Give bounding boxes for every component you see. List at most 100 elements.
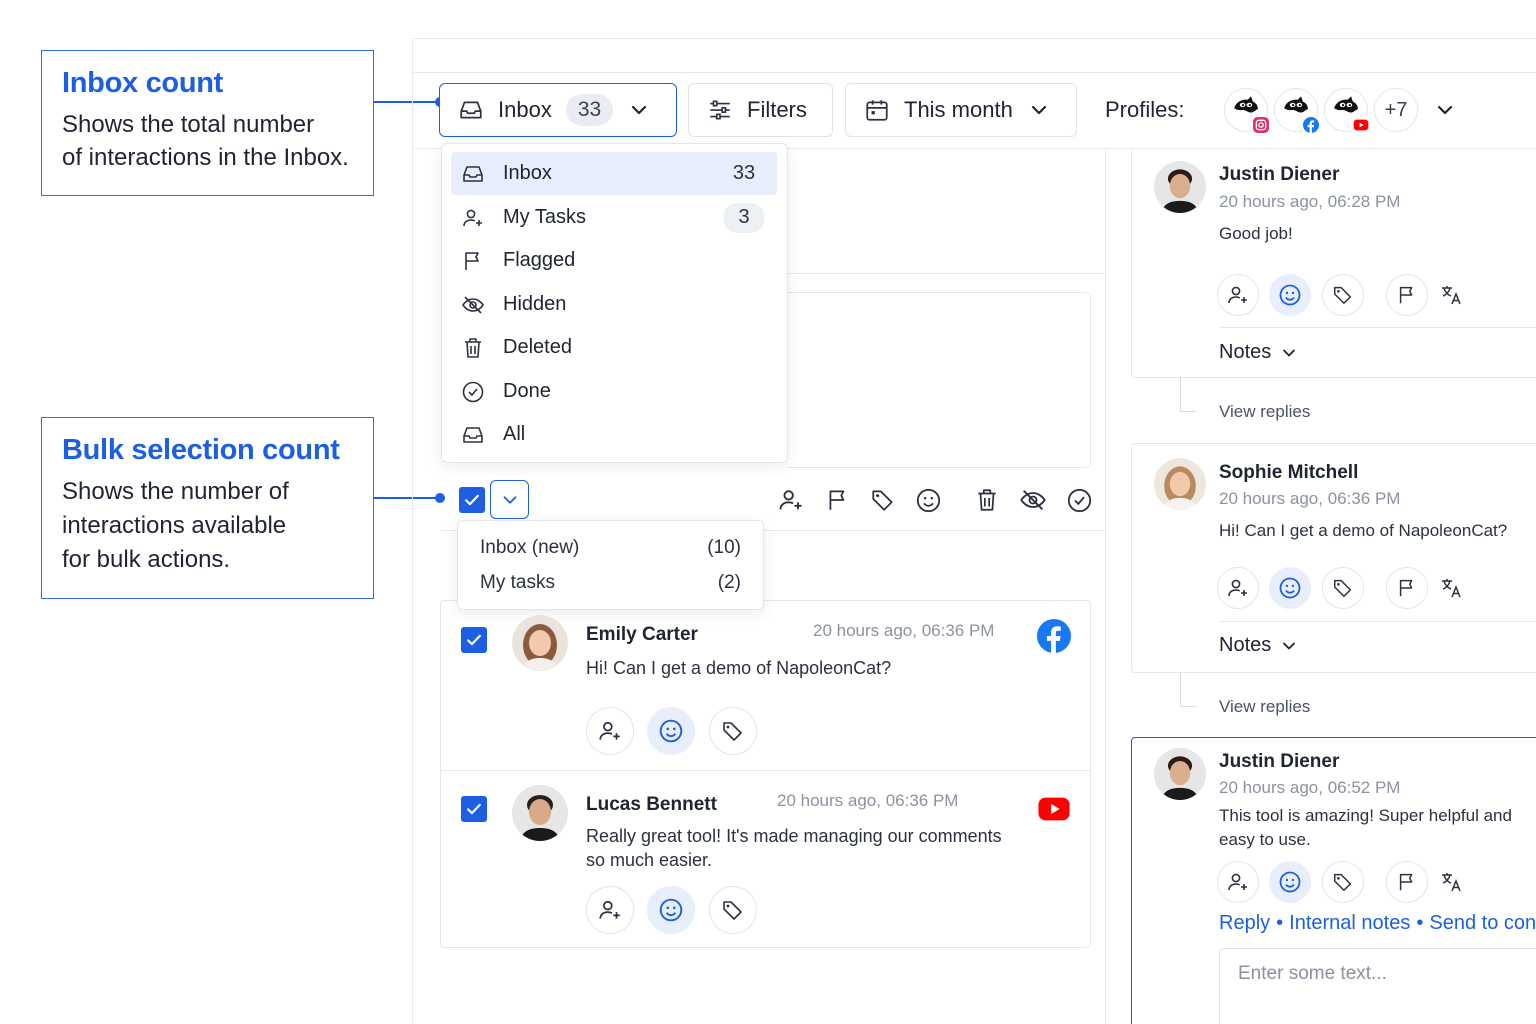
internal-notes-tab[interactable]: Internal notes	[1289, 912, 1410, 934]
trash-icon	[974, 487, 1000, 513]
callout-text: Shows the total number of interactions i…	[62, 111, 349, 171]
inbox-selector-button[interactable]: Inbox 33	[439, 83, 677, 137]
filters-button[interactable]: Filters	[688, 83, 833, 137]
author-name[interactable]: Justin Diener	[1219, 751, 1339, 773]
row-checkbox[interactable]	[461, 796, 487, 822]
assign-button[interactable]	[1217, 274, 1259, 316]
bulk-selection-dropdown-button[interactable]	[490, 480, 529, 519]
author-name[interactable]: Justin Diener	[1219, 164, 1339, 186]
assign-button[interactable]	[1217, 861, 1259, 903]
tag-icon	[1332, 577, 1354, 599]
notes-toggle[interactable]: Notes	[1219, 634, 1299, 657]
tag-button[interactable]	[1322, 567, 1364, 609]
chevron-down-icon	[1279, 636, 1299, 656]
bulk-tag-button[interactable]	[868, 485, 898, 515]
bulk-done-button[interactable]	[1064, 485, 1094, 515]
menu-item-count: 33	[732, 162, 756, 184]
smile-icon	[1278, 576, 1302, 600]
row-checkbox[interactable]	[461, 627, 487, 653]
callout-title: Bulk selection count	[62, 434, 340, 466]
menu-item-done[interactable]: Done	[451, 370, 777, 413]
notes-toggle[interactable]: Notes	[1219, 341, 1299, 364]
tag-button[interactable]	[709, 707, 757, 755]
sentiment-button[interactable]	[647, 886, 695, 934]
avatar	[1154, 458, 1206, 510]
divider	[1105, 148, 1106, 1024]
assign-button[interactable]	[586, 886, 634, 934]
divider	[788, 273, 1105, 274]
reply-tab[interactable]: Reply	[1219, 912, 1270, 934]
bulk-sentiment-button[interactable]	[913, 485, 943, 515]
timestamp: 20 hours ago, 06:36 PM	[813, 621, 995, 640]
bulk-flag-button[interactable]	[823, 485, 853, 515]
check-icon	[464, 630, 484, 650]
profiles-chevron-down-icon[interactable]	[1433, 98, 1457, 122]
select-all-checkbox[interactable]	[459, 487, 485, 513]
sentiment-button[interactable]	[1269, 567, 1311, 609]
menu-item-label: Done	[503, 380, 551, 402]
assign-button[interactable]	[586, 707, 634, 755]
separator-dot: •	[1276, 912, 1284, 934]
flag-button[interactable]	[1386, 861, 1428, 903]
date-range-label: This month	[904, 97, 1013, 122]
menu-item-label: Flagged	[503, 249, 576, 271]
menu-item-inbox[interactable]: Inbox 33	[451, 152, 777, 195]
check-icon	[462, 490, 482, 510]
assign-user-icon	[1226, 870, 1250, 894]
author-name[interactable]: Lucas Bennett	[586, 794, 717, 816]
eye-off-icon	[1019, 486, 1047, 514]
sentiment-button[interactable]	[1269, 274, 1311, 316]
option-label: Inbox (new)	[480, 537, 580, 558]
menu-item-my-tasks[interactable]: My Tasks 3	[451, 196, 777, 239]
flag-button[interactable]	[1386, 567, 1428, 609]
profile-avatar-instagram[interactable]	[1224, 88, 1271, 135]
tag-icon	[1332, 871, 1354, 893]
assign-user-icon	[777, 486, 805, 514]
sentiment-button[interactable]	[647, 707, 695, 755]
option-count: (2)	[717, 572, 741, 593]
tag-icon	[721, 719, 745, 743]
avatar	[512, 785, 568, 841]
bulk-hide-button[interactable]	[1018, 485, 1048, 515]
menu-item-hidden[interactable]: Hidden	[451, 283, 777, 326]
sentiment-button[interactable]	[1269, 861, 1311, 903]
author-name[interactable]: Emily Carter	[586, 624, 698, 646]
menu-item-count: 3	[723, 202, 765, 233]
translate-button[interactable]	[1436, 280, 1466, 310]
bulk-delete-button[interactable]	[972, 485, 1002, 515]
profile-avatar-youtube[interactable]	[1324, 88, 1371, 135]
tag-icon	[721, 898, 745, 922]
sliders-icon	[707, 97, 733, 123]
smile-icon	[658, 897, 684, 923]
menu-item-deleted[interactable]: Deleted	[451, 326, 777, 369]
reply-connector	[1180, 673, 1196, 707]
date-range-button[interactable]: This month	[845, 83, 1077, 137]
view-replies-link[interactable]: View replies	[1219, 402, 1310, 422]
bulk-option-my-tasks[interactable]: My tasks (2)	[480, 572, 741, 594]
menu-item-all[interactable]: All	[451, 413, 777, 456]
menu-item-flagged[interactable]: Flagged	[451, 239, 777, 282]
tag-button[interactable]	[1322, 861, 1364, 903]
author-name[interactable]: Sophie Mitchell	[1219, 462, 1358, 484]
profile-avatar-facebook[interactable]	[1274, 88, 1321, 135]
tag-button[interactable]	[709, 886, 757, 934]
flag-button[interactable]	[1386, 274, 1428, 316]
reply-input[interactable]	[1220, 949, 1536, 999]
view-replies-link[interactable]: View replies	[1219, 697, 1310, 717]
tag-button[interactable]	[1322, 274, 1364, 316]
send-to-tab[interactable]: Send to con	[1429, 912, 1536, 934]
assign-button[interactable]	[1217, 567, 1259, 609]
smile-icon	[915, 487, 942, 514]
bulk-assign-button[interactable]	[776, 485, 806, 515]
profiles-more-button[interactable]: +7	[1374, 88, 1418, 132]
notes-label: Notes	[1219, 341, 1272, 363]
bulk-option-inbox-new[interactable]: Inbox (new) (10)	[480, 537, 741, 559]
bulk-selection-menu: Inbox (new) (10) My tasks (2)	[457, 520, 764, 610]
menu-item-label: Inbox	[503, 162, 552, 184]
translate-icon	[1439, 870, 1463, 894]
translate-button[interactable]	[1436, 867, 1466, 897]
profiles-label: Profiles:	[1105, 97, 1185, 122]
translate-button[interactable]	[1436, 573, 1466, 603]
timestamp: 20 hours ago, 06:36 PM	[777, 791, 959, 810]
flag-icon	[1396, 871, 1418, 893]
